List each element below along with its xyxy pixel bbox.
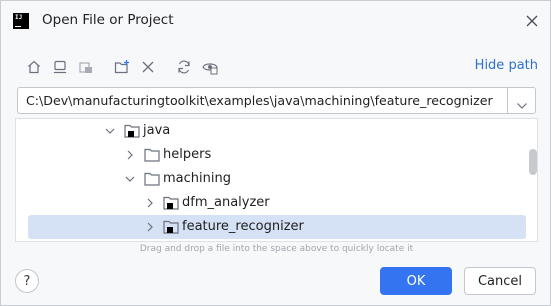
refresh-icon xyxy=(178,60,190,74)
open-file-dialog: IJ Open File or Project Hide path C:\Dev… xyxy=(0,0,551,306)
delete-icon xyxy=(142,61,154,73)
chevron-right-icon[interactable] xyxy=(144,221,156,233)
project-folder-button[interactable] xyxy=(75,56,97,78)
path-combobox[interactable]: C:\Dev\manufacturingtoolkit\examples\jav… xyxy=(17,87,536,114)
home-button[interactable] xyxy=(23,56,45,78)
file-tree[interactable]: java helpers machining dfm_analyzer feat… xyxy=(15,118,538,242)
chevron-down-icon[interactable] xyxy=(104,125,116,137)
drag-drop-hint: Drag and drop a file into the space abov… xyxy=(139,244,414,254)
path-input[interactable]: C:\Dev\manufacturingtoolkit\examples\jav… xyxy=(26,93,493,108)
folder-icon xyxy=(144,148,160,162)
new-folder-button[interactable] xyxy=(111,56,133,78)
show-hidden-icon xyxy=(202,63,218,75)
path-history-dropdown[interactable] xyxy=(516,96,528,115)
new-folder-icon xyxy=(114,60,129,74)
tree-row[interactable]: helpers xyxy=(16,143,537,167)
help-button[interactable]: ? xyxy=(15,269,39,293)
tree-row-label: feature_recognizer xyxy=(182,219,304,234)
delete-button[interactable] xyxy=(137,56,159,78)
tree-row-label: dfm_analyzer xyxy=(182,195,270,210)
home-icon xyxy=(28,60,40,74)
tree-row-label: java xyxy=(143,123,171,138)
dialog-title: Open File or Project xyxy=(42,12,174,28)
close-button[interactable] xyxy=(522,11,542,31)
hide-path-link[interactable]: Hide path xyxy=(475,58,538,73)
cancel-button[interactable]: Cancel xyxy=(464,267,536,295)
folder-icon xyxy=(144,172,160,186)
close-icon xyxy=(526,15,538,27)
app-logo-text: IJ xyxy=(15,14,23,21)
tree-row-selected[interactable]: feature_recognizer xyxy=(16,215,537,239)
refresh-button[interactable] xyxy=(173,56,195,78)
ok-button[interactable]: OK xyxy=(380,267,452,295)
desktop-icon xyxy=(54,60,66,74)
project-folder-icon xyxy=(79,62,92,73)
module-folder-icon xyxy=(124,124,140,138)
title-bar: IJ Open File or Project xyxy=(1,1,550,41)
module-folder-icon xyxy=(163,196,179,210)
tree-scrollbar[interactable] xyxy=(529,149,537,175)
desktop-button[interactable] xyxy=(49,56,71,78)
tree-row[interactable]: dfm_analyzer xyxy=(16,191,537,215)
module-folder-icon xyxy=(163,220,179,234)
chevron-right-icon[interactable] xyxy=(144,197,156,209)
tree-row-label: helpers xyxy=(163,147,212,162)
chevron-down-icon xyxy=(517,103,527,109)
chevron-down-icon[interactable] xyxy=(124,173,136,185)
tree-row[interactable]: machining xyxy=(16,167,537,191)
app-logo-icon: IJ xyxy=(13,13,29,29)
tree-row[interactable]: java xyxy=(16,119,537,143)
toolbar xyxy=(23,56,225,78)
show-hidden-button[interactable] xyxy=(199,56,221,78)
chevron-right-icon[interactable] xyxy=(124,149,136,161)
tree-row-label: machining xyxy=(163,171,231,186)
